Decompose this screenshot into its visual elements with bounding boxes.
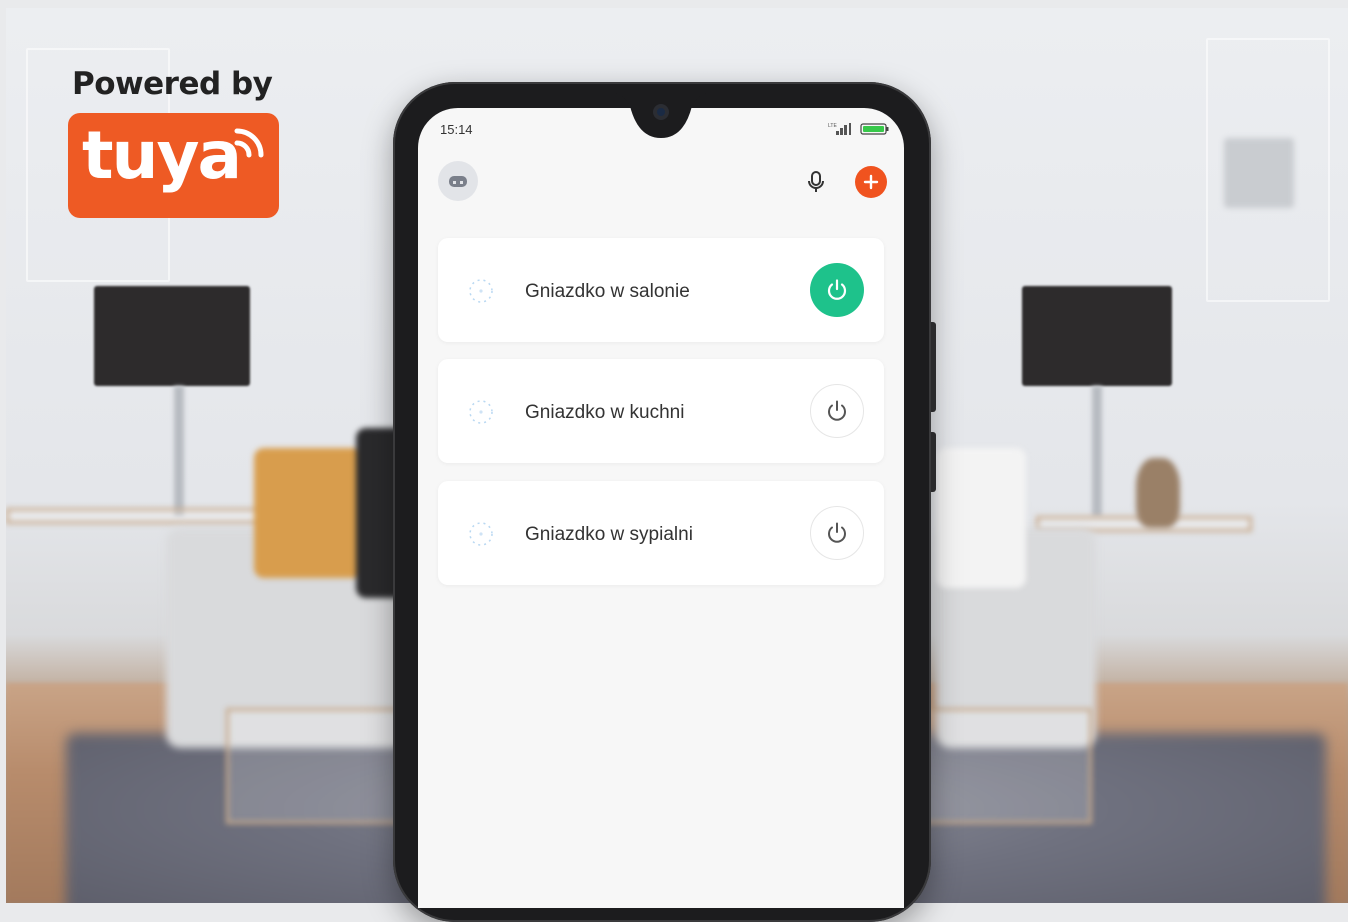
wall-sconce bbox=[1224, 138, 1294, 208]
socket-icon bbox=[469, 522, 493, 546]
device-card[interactable]: Gniazdko w kuchni bbox=[438, 359, 884, 463]
device-card[interactable]: Gniazdko w sypialni bbox=[438, 481, 884, 585]
socket-icon bbox=[469, 400, 493, 424]
status-icons: LTE bbox=[828, 122, 890, 136]
device-card[interactable]: Gniazdko w salonie bbox=[438, 238, 884, 342]
power-icon bbox=[828, 400, 846, 421]
battery-icon bbox=[860, 123, 889, 135]
right-lamp-pole bbox=[1092, 386, 1102, 516]
power-icon bbox=[827, 279, 847, 300]
power-side-button bbox=[931, 432, 936, 492]
left-pillow bbox=[254, 448, 364, 578]
vase bbox=[1136, 458, 1180, 528]
svg-text:LTE: LTE bbox=[828, 123, 837, 129]
power-toggle-button[interactable] bbox=[810, 263, 864, 317]
power-toggle-button[interactable] bbox=[810, 384, 864, 438]
power-toggle-button[interactable] bbox=[810, 506, 864, 560]
app-screen: 15:14 LTE Gniazdko w salonie Gniazdko w … bbox=[418, 108, 904, 908]
left-lamp-pole bbox=[174, 386, 184, 516]
right-pillow bbox=[936, 448, 1026, 588]
volume-button bbox=[931, 322, 936, 412]
device-name: Gniazdko w kuchni bbox=[525, 402, 685, 423]
device-name: Gniazdko w sypialni bbox=[525, 524, 693, 545]
powered-by-label: Powered by bbox=[72, 66, 273, 102]
voice-button[interactable] bbox=[802, 168, 830, 196]
tuya-logo: tuya bbox=[68, 113, 279, 218]
power-icon bbox=[828, 522, 846, 543]
wifi-icon bbox=[234, 128, 264, 158]
socket-icon bbox=[469, 279, 493, 303]
status-time: 15:14 bbox=[440, 122, 473, 137]
avatar-icon bbox=[449, 176, 467, 187]
avatar[interactable] bbox=[438, 161, 478, 201]
add-icon bbox=[863, 174, 879, 190]
left-lamp-shade bbox=[94, 286, 250, 386]
signal-icon: LTE bbox=[828, 123, 851, 135]
add-device-button[interactable] bbox=[855, 166, 887, 198]
microphone-icon bbox=[808, 171, 824, 192]
device-name: Gniazdko w salonie bbox=[525, 281, 690, 302]
tuya-logo-text: tuya bbox=[82, 117, 242, 194]
phone-notch bbox=[606, 92, 716, 138]
right-lamp-shade bbox=[1022, 286, 1172, 386]
